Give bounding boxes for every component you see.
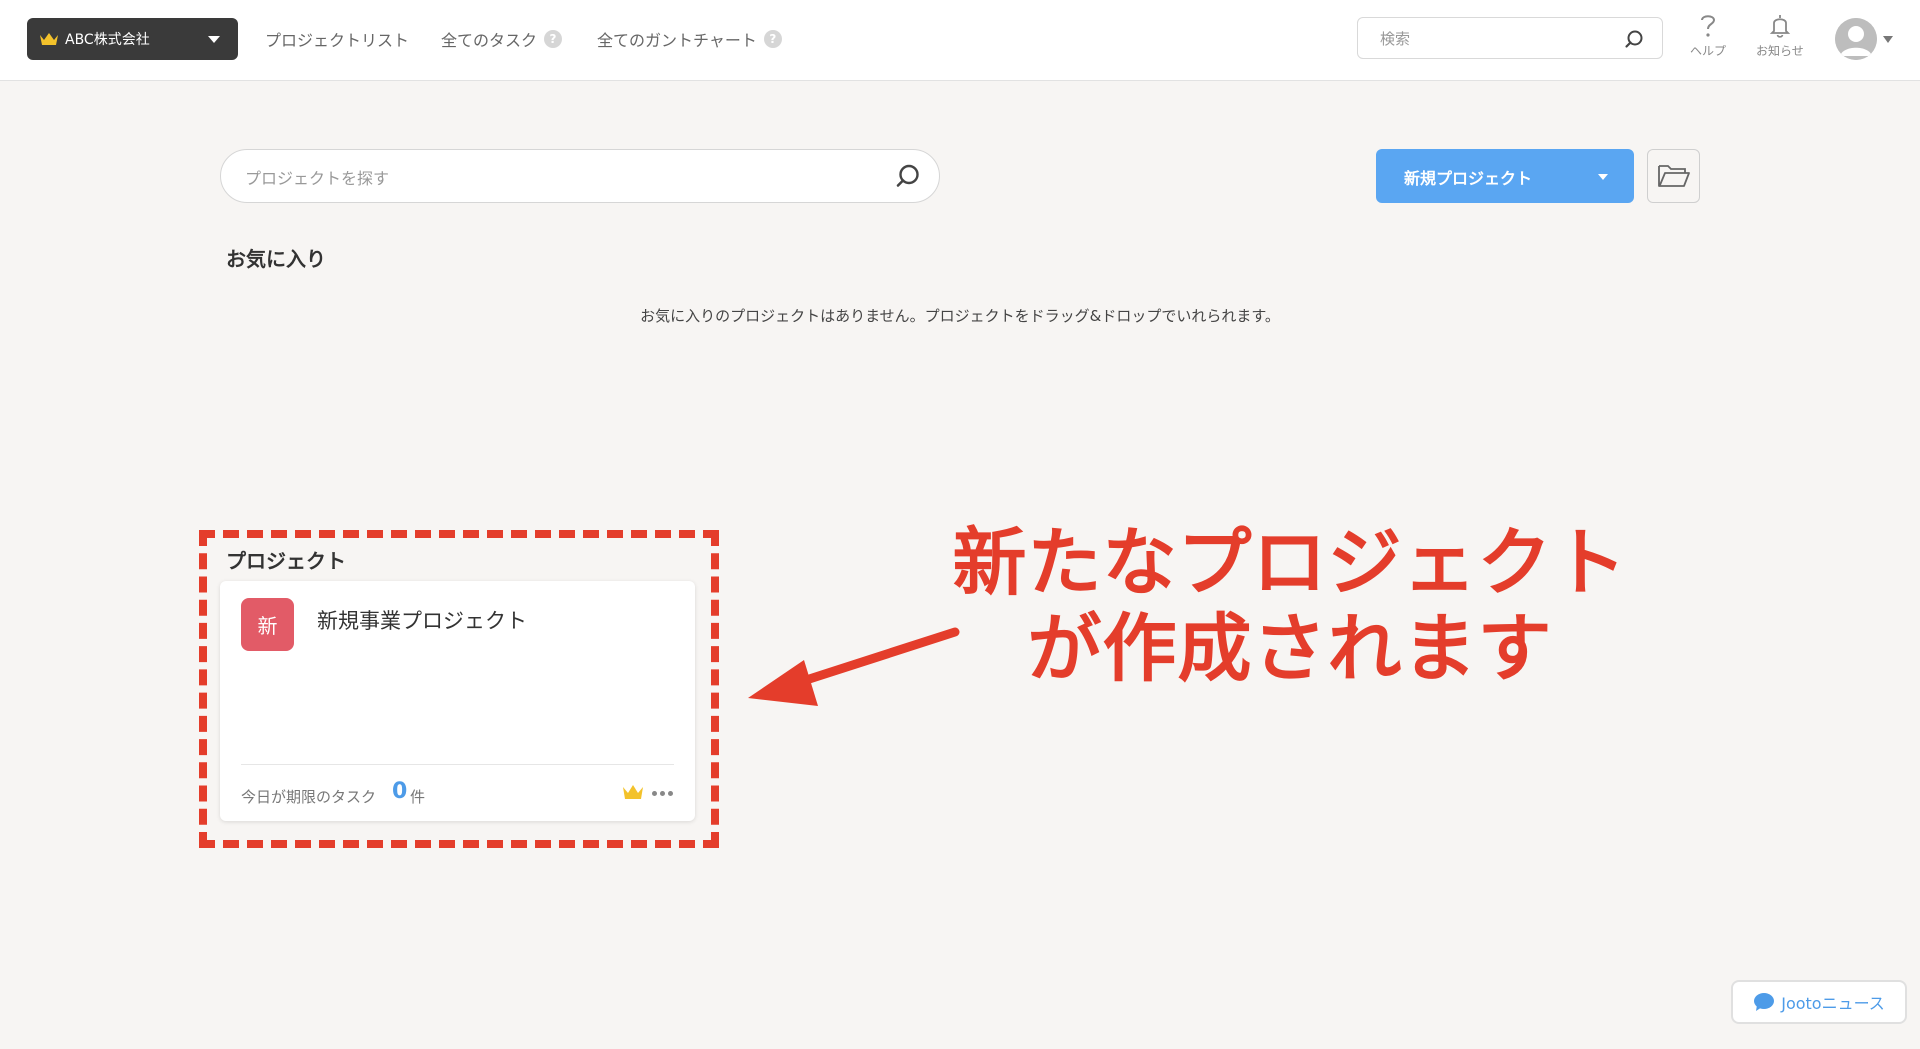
project-icon: 新 (241, 598, 294, 651)
nav-project-list[interactable]: プロジェクトリスト (265, 27, 409, 51)
help-badge-icon[interactable]: ? (763, 30, 782, 48)
annotation-text: 新たなプロジェクト が作成されます (940, 520, 1640, 692)
project-card[interactable]: 新 新規事業プロジェクト 今日が期限のタスク 0 件 (220, 581, 695, 821)
annotation-line-2: が作成されます (1027, 606, 1553, 692)
archive-folder-button[interactable] (1647, 149, 1700, 203)
notifications-label: お知らせ (1756, 44, 1804, 58)
more-options-icon[interactable] (652, 791, 673, 796)
card-divider (241, 764, 674, 765)
notifications-button[interactable]: お知らせ (1756, 12, 1804, 59)
chevron-down-icon (208, 36, 220, 43)
chat-bubble-icon (1754, 993, 1775, 1011)
question-mark-icon (1701, 15, 1716, 37)
crown-icon (623, 785, 643, 799)
due-today-unit: 件 (410, 788, 426, 806)
folder-open-icon (1657, 165, 1690, 187)
search-icon[interactable] (1624, 29, 1644, 49)
nav-all-tasks[interactable]: 全てのタスク ? (441, 27, 563, 51)
organization-name: ABC株式会社 (65, 32, 150, 48)
annotation-line-1: 新たなプロジェクト (952, 520, 1628, 606)
nav-all-gantt-label: 全てのガントチャート (597, 31, 757, 50)
due-today-label: 今日が期限のタスク (241, 788, 377, 806)
header-search (1357, 17, 1663, 59)
crown-icon (40, 33, 58, 45)
project-search (220, 149, 940, 203)
project-search-input[interactable] (243, 165, 847, 191)
new-project-label: 新規プロジェクト (1404, 169, 1533, 188)
avatar[interactable] (1835, 18, 1877, 60)
nav-all-tasks-label: 全てのタスク (441, 31, 538, 50)
project-name[interactable]: 新規事業プロジェクト (317, 605, 527, 635)
header-search-input[interactable] (1378, 27, 1622, 51)
organization-switcher[interactable]: ABC株式会社 (27, 18, 238, 60)
user-icon (1835, 18, 1877, 60)
due-today-count: 0 (392, 779, 408, 804)
favorites-empty-message: お気に入りのプロジェクトはありません。プロジェクトをドラッグ&ドロップでいれられ… (640, 307, 1280, 325)
new-project-button[interactable]: 新規プロジェクト (1376, 149, 1634, 203)
news-button-label: Jootoニュース (1781, 994, 1885, 1013)
news-button[interactable]: Jootoニュース (1731, 980, 1907, 1024)
help-badge-icon[interactable]: ? (544, 30, 563, 48)
favorites-title: お気に入り (226, 247, 326, 271)
bell-icon (1769, 15, 1791, 38)
chevron-down-icon[interactable] (1883, 36, 1893, 43)
nav-project-list-label: プロジェクトリスト (265, 31, 410, 50)
projects-title: プロジェクト (226, 549, 346, 573)
search-icon[interactable] (895, 163, 921, 189)
top-header: ABC株式会社 プロジェクトリスト 全てのタスク ? 全てのガントチャート ? … (0, 0, 1920, 81)
chevron-down-icon[interactable] (1598, 174, 1608, 180)
help-button[interactable]: ヘルプ (1690, 12, 1726, 59)
arrow-icon (748, 627, 960, 706)
nav-all-gantt[interactable]: 全てのガントチャート ? (597, 27, 782, 51)
help-label: ヘルプ (1690, 44, 1727, 58)
